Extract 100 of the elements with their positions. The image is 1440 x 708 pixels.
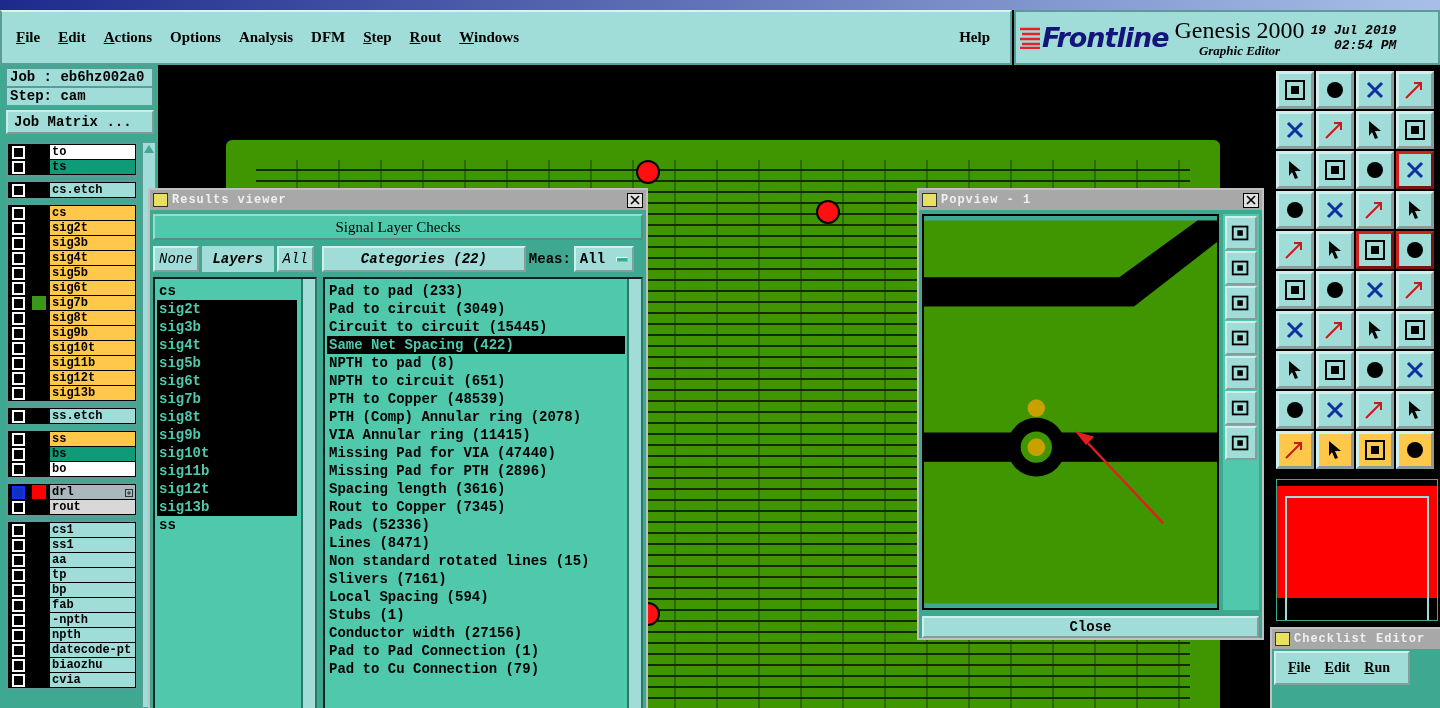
toolbar-button[interactable]: [1396, 231, 1434, 269]
none-button[interactable]: None: [153, 246, 199, 272]
meas-dropdown[interactable]: All: [573, 246, 634, 272]
layer-name[interactable]: sig4t: [50, 251, 135, 265]
job-matrix-button[interactable]: Job Matrix ...: [6, 110, 154, 134]
layer-name[interactable]: sig2t: [50, 221, 135, 235]
layer-list-item[interactable]: sig6t: [157, 372, 297, 390]
view-button[interactable]: [1225, 216, 1257, 250]
menu-item[interactable]: Windows: [459, 29, 520, 46]
category-list-item[interactable]: Circuit to circuit (15445): [327, 318, 625, 336]
layer-name[interactable]: tp: [50, 568, 135, 582]
layer-name[interactable]: sig8t: [50, 311, 135, 325]
layer-name[interactable]: sig5b: [50, 266, 135, 280]
layer-name[interactable]: sig11b: [50, 356, 135, 370]
category-list-item[interactable]: PTH to Copper (48539): [327, 390, 625, 408]
help-menu[interactable]: Help: [959, 29, 990, 46]
layer-name[interactable]: sig12t: [50, 371, 135, 385]
category-list-item[interactable]: Spacing length (3616): [327, 480, 625, 498]
category-list-item[interactable]: Missing Pad for PTH (2896): [327, 462, 625, 480]
layer-name[interactable]: ss1: [50, 538, 135, 552]
layer-name[interactable]: sig7b: [50, 296, 135, 310]
menu-item[interactable]: DFM: [311, 29, 346, 46]
view-button[interactable]: [1225, 356, 1257, 390]
layer-name[interactable]: npth: [50, 628, 135, 642]
layer-name[interactable]: bp: [50, 583, 135, 597]
scrollbar[interactable]: [627, 279, 641, 708]
layer-list-item[interactable]: ss: [157, 516, 297, 534]
view-button[interactable]: [1225, 391, 1257, 425]
category-list-item[interactable]: Slivers (7161): [327, 570, 625, 588]
layer-name[interactable]: aa: [50, 553, 135, 567]
layer-name[interactable]: fab: [50, 598, 135, 612]
layer-name[interactable]: cs.etch: [50, 183, 135, 197]
layer-name[interactable]: -npth: [50, 613, 135, 627]
layer-name[interactable]: cvia: [50, 673, 135, 687]
category-list-item[interactable]: Non standard rotated lines (15): [327, 552, 625, 570]
menu-item[interactable]: Edit: [1324, 660, 1351, 676]
categories-button[interactable]: Categories (22): [321, 246, 526, 272]
menu-item[interactable]: Options: [170, 29, 221, 46]
layer-list-item[interactable]: cs: [157, 282, 297, 300]
view-button[interactable]: [1225, 286, 1257, 320]
layer-name[interactable]: sig3b: [50, 236, 135, 250]
layer-name[interactable]: cs: [50, 206, 135, 220]
category-list-item[interactable]: NPTH to circuit (651): [327, 372, 625, 390]
layer-list-item[interactable]: sig12t: [157, 480, 297, 498]
layer-name[interactable]: bo: [50, 462, 135, 476]
layer-name[interactable]: ss: [50, 432, 135, 446]
category-list-item[interactable]: Pad to circuit (3049): [327, 300, 625, 318]
scrollbar[interactable]: [301, 279, 315, 708]
layer-list-item[interactable]: sig10t: [157, 444, 297, 462]
close-button[interactable]: Close: [922, 616, 1259, 638]
toolbar-button[interactable]: [1356, 231, 1394, 269]
layer-list-item[interactable]: sig4t: [157, 336, 297, 354]
category-list-item[interactable]: Local Spacing (594): [327, 588, 625, 606]
menu-item[interactable]: File: [1288, 660, 1311, 676]
layer-list-item[interactable]: sig11b: [157, 462, 297, 480]
category-list-item[interactable]: Rout to Copper (7345): [327, 498, 625, 516]
category-list-item[interactable]: Stubs (1): [327, 606, 625, 624]
layer-checkbox[interactable]: [12, 485, 25, 499]
layer-list-item[interactable]: sig7b: [157, 390, 297, 408]
layer-list-item[interactable]: sig3b: [157, 318, 297, 336]
layer-name[interactable]: ss.etch: [50, 409, 135, 423]
layer-list-item[interactable]: sig2t: [157, 300, 297, 318]
category-list-item[interactable]: Lines (8471): [327, 534, 625, 552]
category-list-item[interactable]: Pad to pad (233): [327, 282, 625, 300]
category-list-item[interactable]: Pad to Pad Connection (1): [327, 642, 625, 660]
menu-item[interactable]: Actions: [103, 29, 153, 46]
layer-name[interactable]: ts: [50, 160, 135, 174]
expand-icon[interactable]: [125, 489, 133, 497]
view-button[interactable]: [1225, 251, 1257, 285]
layer-list-item[interactable]: sig9b: [157, 426, 297, 444]
close-button[interactable]: [627, 192, 643, 208]
layer-list-item[interactable]: sig5b: [157, 354, 297, 372]
layer-name[interactable]: rout: [50, 500, 135, 514]
close-button[interactable]: [1243, 192, 1259, 208]
menu-item[interactable]: Analysis: [238, 29, 294, 46]
all-button[interactable]: All: [276, 246, 314, 272]
layer-list-item[interactable]: sig8t: [157, 408, 297, 426]
layer-name[interactable]: sig9b: [50, 326, 135, 340]
category-list-item[interactable]: Missing Pad for VIA (47440): [327, 444, 625, 462]
category-list-item[interactable]: NPTH to pad (8): [327, 354, 625, 372]
menu-item[interactable]: Run: [1364, 660, 1390, 676]
view-button[interactable]: [1225, 321, 1257, 355]
menu-item[interactable]: Step: [363, 29, 392, 46]
menu-item[interactable]: Rout: [409, 29, 442, 46]
layer-name[interactable]: cs1: [50, 523, 135, 537]
menu-item[interactable]: Edit: [58, 29, 86, 46]
toolbar-button[interactable]: [1396, 151, 1434, 189]
layer-list-item[interactable]: sig13b: [157, 498, 297, 516]
menu-item[interactable]: File: [16, 29, 41, 46]
layer-name[interactable]: to: [50, 145, 135, 159]
category-list-item[interactable]: Conductor width (27156): [327, 624, 625, 642]
view-button[interactable]: [1225, 426, 1257, 460]
category-list-item[interactable]: VIA Annular ring (11415): [327, 426, 625, 444]
layer-name[interactable]: sig13b: [50, 386, 135, 400]
layer-name[interactable]: datecode-pt: [50, 643, 135, 657]
category-list-item[interactable]: Pads (52336): [327, 516, 625, 534]
layer-name[interactable]: sig6t: [50, 281, 135, 295]
category-list-item[interactable]: Pad to Cu Connection (79): [327, 660, 625, 678]
layer-name[interactable]: sig10t: [50, 341, 135, 355]
layer-name[interactable]: drl: [50, 485, 135, 499]
